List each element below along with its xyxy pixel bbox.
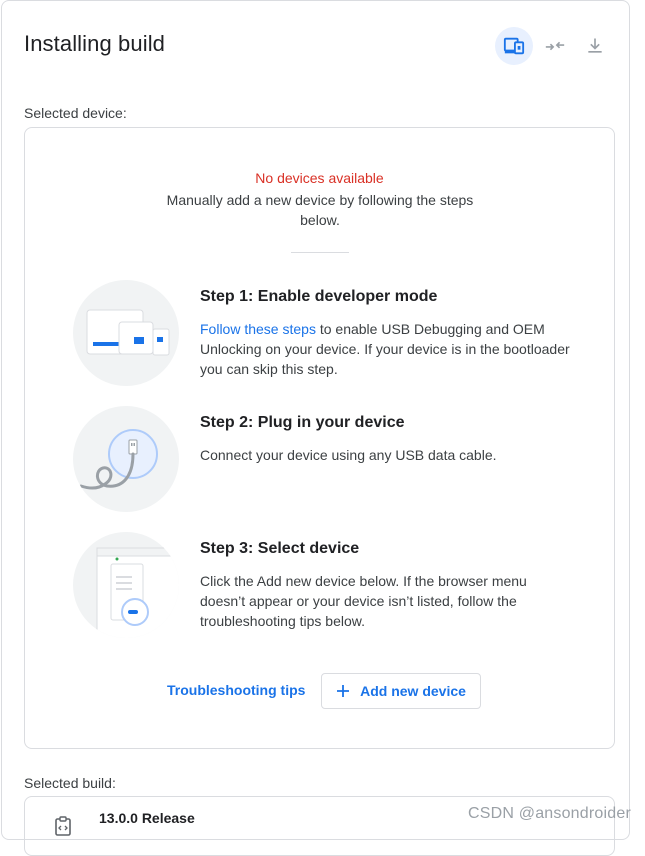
step1-title: Step 1: Enable developer mode [200, 288, 438, 305]
step2-title: Step 2: Plug in your device [200, 414, 405, 431]
no-devices-status: No devices available [255, 170, 384, 186]
build-name: 13.0.0 Release [99, 810, 195, 826]
page-title: Installing build [24, 31, 166, 56]
watermark: CSDN @ansondroider [467, 805, 631, 822]
step2-description: Connect your device using any USB data c… [200, 447, 497, 463]
step2-illustration [73, 406, 179, 512]
add-new-device-button[interactable]: Add new device [321, 673, 481, 709]
selected-device-label: Selected device: [24, 105, 127, 121]
divider [291, 252, 349, 253]
troubleshooting-tips-link[interactable]: Troubleshooting tips [167, 682, 305, 698]
add-new-device-label: Add new device [360, 683, 466, 699]
device-panel: No devices available Manually add a new … [24, 127, 615, 749]
connect-tab[interactable] [536, 27, 574, 65]
install-card: Installing build Selected device: No dev… [1, 0, 630, 856]
step3-description: Click the Add new device below. If the b… [200, 573, 527, 629]
selected-build-label: Selected build: [24, 775, 116, 791]
step3-title: Step 3: Select device [200, 540, 360, 557]
step3-illustration [73, 532, 179, 638]
download-icon [588, 38, 602, 53]
code-file-icon [55, 816, 71, 836]
step1-description: Follow these steps to enable USB Debuggi… [200, 319, 595, 379]
plus-icon [337, 685, 350, 697]
browser-select-icon [96, 547, 179, 638]
manual-instructions: Manually add a new device by following t… [166, 192, 474, 228]
connect-arrows-icon [545, 41, 565, 51]
step1-illustration [73, 280, 179, 386]
devices-illustration-icon [86, 309, 170, 356]
follow-steps-link[interactable]: Follow these steps [200, 321, 316, 337]
download-tab[interactable] [576, 27, 614, 65]
device-selection-tab[interactable] [495, 27, 533, 65]
device-selection-icon [503, 37, 525, 55]
usb-cable-icon [79, 429, 158, 490]
